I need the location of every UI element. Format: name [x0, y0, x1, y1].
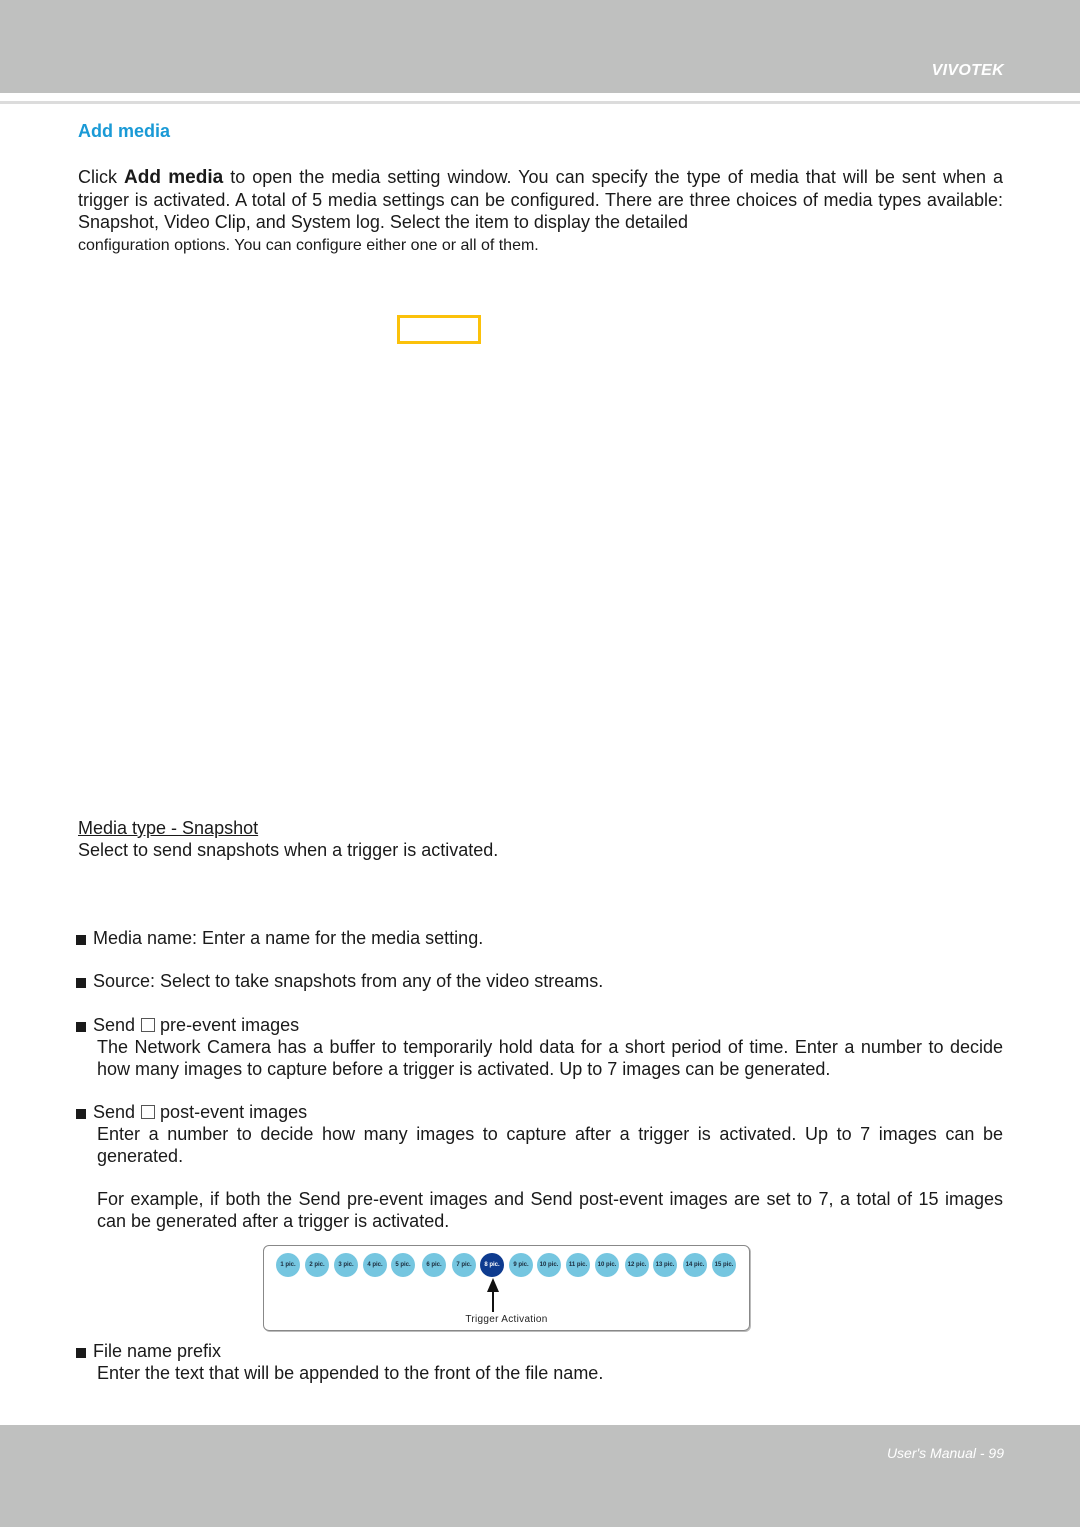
bullet-icon [76, 1021, 86, 1032]
post-event-label: post-event images [160, 1102, 308, 1122]
pic-circle-15: 14 pic. [683, 1253, 707, 1277]
pic-circle-5: 5 pic. [391, 1253, 415, 1277]
file-prefix-item: File name prefix [76, 1340, 221, 1362]
post-event-item: Send post-event images [76, 1101, 307, 1123]
highlight-box [397, 315, 481, 344]
trigger-activation-label: Trigger Activation [465, 1314, 548, 1325]
pic-circle-7: 7 pic. [452, 1253, 476, 1277]
intro-last-line: configuration options. You can configure… [78, 237, 539, 254]
post-event-send: Send [93, 1102, 136, 1122]
pic-circle-8: 8 pic. [480, 1253, 504, 1277]
media-type-description: Select to send snapshots when a trigger … [78, 840, 499, 860]
pre-event-description: The Network Camera has a buffer to tempo… [97, 1037, 1003, 1079]
post-event-example: For example, if both the Send pre-event … [97, 1189, 1003, 1231]
media-type-heading: Media type - Snapshot [78, 818, 259, 838]
bullet-icon [76, 977, 86, 988]
section-title: Add media [78, 121, 171, 141]
pic-circle-10: 10 pic. [537, 1253, 561, 1277]
post-event-description: Enter a number to decide how many images… [97, 1124, 1003, 1166]
source-text: Source: Select to take snapshots from an… [93, 971, 604, 991]
pic-circle-9: 9 pic. [509, 1253, 533, 1277]
pic-circle-2: 2 pic. [305, 1253, 329, 1277]
pre-event-label: pre-event images [160, 1015, 300, 1035]
pic-circle-14: 13 pic. [653, 1253, 677, 1277]
file-prefix-description: Enter the text that will be appended to … [97, 1363, 604, 1383]
bullet-icon [76, 1347, 86, 1358]
pic-circle-16: 15 pic. [712, 1253, 736, 1277]
file-prefix-label: File name prefix [93, 1341, 222, 1361]
brand-logo: VIVOTEK [931, 62, 1004, 79]
pic-circle-4: 4 pic. [363, 1253, 387, 1277]
media-name-text: Media name: Enter a name for the media s… [93, 928, 484, 948]
bullet-icon [76, 934, 86, 945]
trigger-diagram: Trigger Activation 1 pic. 2 pic. 3 pic. 4 p… [263, 1245, 750, 1331]
checkbox-icon [141, 1105, 156, 1119]
pre-event-item: Send pre-event images [76, 1014, 299, 1036]
media-name-item: Media name: Enter a name for the media s… [76, 927, 483, 949]
header-divider [0, 101, 1080, 104]
intro-paragraph: Click Add media to open the media settin… [78, 166, 1003, 257]
footer-band [0, 1425, 1080, 1527]
pic-circle-3: 3 pic. [334, 1253, 358, 1277]
bullet-icon [76, 1108, 86, 1119]
intro-pre: Click [78, 167, 125, 187]
checkbox-icon [141, 1018, 156, 1032]
pic-circle-13: 12 pic. [625, 1253, 649, 1277]
pre-event-send: Send [93, 1015, 136, 1035]
source-item: Source: Select to take snapshots from an… [76, 970, 603, 992]
arrow-shaft [492, 1290, 494, 1312]
intro-bold: Add media [124, 167, 224, 188]
pic-circle-6: 6 pic. [422, 1253, 446, 1277]
page-number: User's Manual - 99 [886, 1445, 1004, 1461]
pic-circle-11: 11 pic. [566, 1253, 590, 1277]
pic-circle-1: 1 pic. [276, 1253, 300, 1277]
header-band: VIVOTEK [0, 0, 1080, 93]
pic-circle-12: 10 pic. [595, 1253, 619, 1277]
